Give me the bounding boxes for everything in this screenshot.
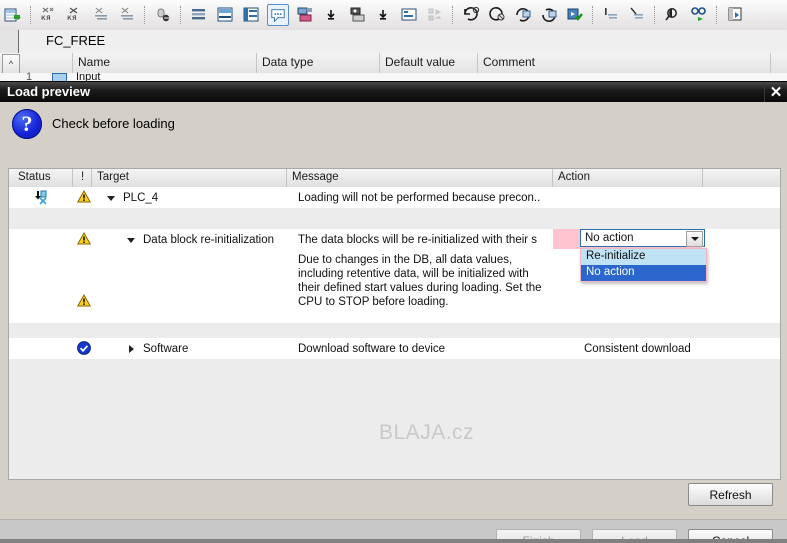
watermark: BLAJA.cz bbox=[379, 421, 475, 444]
search-icon[interactable] bbox=[663, 5, 683, 25]
editor-block-title: FC_FREE bbox=[46, 33, 106, 48]
toolbar-separator bbox=[592, 6, 594, 24]
read-glasses-icon[interactable] bbox=[689, 5, 709, 25]
refresh-button[interactable]: Refresh bbox=[688, 483, 773, 506]
editor-toolbar[interactable]: кя кя bbox=[0, 0, 787, 31]
action-label: Consistent download bbox=[584, 343, 691, 355]
collapse-all-icon[interactable] bbox=[91, 5, 111, 25]
table-row bbox=[9, 359, 780, 381]
warning-icon bbox=[77, 294, 91, 307]
download-plus-icon[interactable] bbox=[321, 5, 341, 25]
column-header-action: Action bbox=[558, 171, 590, 183]
action-select[interactable]: No action bbox=[580, 229, 705, 247]
question-icon: ? bbox=[12, 109, 42, 139]
toolbar-separator bbox=[30, 6, 32, 24]
properties-icon[interactable] bbox=[399, 5, 419, 25]
dropdown-option-noaction[interactable]: No action bbox=[581, 265, 706, 281]
expander-icon[interactable] bbox=[107, 196, 115, 201]
table-row bbox=[9, 208, 780, 230]
warning-icon bbox=[77, 190, 91, 203]
column-header-message: Message bbox=[292, 171, 339, 183]
column-header-datatype: Data type bbox=[262, 55, 314, 69]
start-simulation-icon[interactable] bbox=[565, 5, 585, 25]
target-label: Data block re-initialization bbox=[143, 234, 275, 246]
dropdown-option-reinitialize[interactable]: Re-initialize bbox=[581, 249, 706, 265]
upload-plus-icon[interactable] bbox=[373, 5, 393, 25]
column-header-name: Name bbox=[78, 55, 111, 69]
column-header-defaultvalue: Default value bbox=[385, 55, 456, 69]
cross-reference-icon[interactable] bbox=[425, 5, 445, 25]
toolbar-separator bbox=[452, 6, 454, 24]
dialog-titlebar: Load preview ✕ bbox=[0, 82, 787, 102]
scroll-up-button[interactable]: ^ bbox=[2, 54, 20, 74]
target-label: Software bbox=[143, 343, 189, 355]
table-row bbox=[9, 464, 780, 479]
editor-table-header: Name Data type Default value Comment bbox=[0, 53, 787, 74]
go-online-icon[interactable] bbox=[461, 5, 481, 25]
message-label: Due to changes in the DB, all data value… bbox=[298, 254, 542, 309]
svg-text:кя: кя bbox=[41, 13, 51, 22]
ok-icon bbox=[77, 341, 91, 355]
message-label: Loading will not be performed because pr… bbox=[298, 192, 541, 204]
column-header-status: Status bbox=[18, 171, 51, 183]
chevron-down-icon[interactable] bbox=[686, 231, 703, 247]
snapshot-icon[interactable] bbox=[539, 5, 559, 25]
download-to-device-icon[interactable] bbox=[295, 5, 315, 25]
dialog-body: ? Check before loading Status ! Target M… bbox=[0, 102, 787, 543]
monitor-start-icon[interactable] bbox=[601, 5, 621, 25]
toolbar-separator bbox=[144, 6, 146, 24]
dialog-header: ? Check before loading bbox=[0, 102, 787, 147]
window-bottom-border bbox=[0, 539, 787, 543]
dialog-title: Load preview bbox=[7, 84, 91, 99]
table-row[interactable]: PLC_4 Loading will not be performed beca… bbox=[9, 187, 780, 209]
delete-network-icon[interactable]: кя bbox=[65, 5, 85, 25]
warning-icon bbox=[77, 232, 91, 245]
column-header-comment: Comment bbox=[483, 55, 536, 69]
close-icon[interactable]: ✕ bbox=[764, 82, 787, 102]
split-editor-icon[interactable] bbox=[725, 5, 745, 25]
dialog-header-text: Check before loading bbox=[52, 116, 175, 131]
table-row bbox=[9, 323, 780, 339]
svg-text:кя: кя bbox=[67, 13, 77, 22]
absolute-relative-icon[interactable] bbox=[153, 5, 173, 25]
monitor-compare-icon[interactable] bbox=[627, 5, 647, 25]
expand-all-icon[interactable] bbox=[117, 5, 137, 25]
target-label: PLC_4 bbox=[123, 192, 159, 204]
go-offline-icon[interactable] bbox=[487, 5, 507, 25]
table-row bbox=[9, 401, 780, 423]
toolbar-separator bbox=[654, 6, 656, 24]
expander-icon[interactable] bbox=[127, 238, 135, 243]
table-header-row: Status ! Target Message Action bbox=[9, 169, 780, 188]
message-label: Download software to device bbox=[298, 343, 446, 355]
action-select-value: No action bbox=[585, 232, 634, 244]
column-header-flag: ! bbox=[81, 171, 85, 183]
show-hide-lines-icon[interactable] bbox=[189, 5, 209, 25]
expander-icon[interactable] bbox=[129, 345, 134, 353]
action-select-dropdown[interactable]: Re-initialize No action bbox=[580, 248, 707, 282]
column-header-target: Target bbox=[97, 171, 129, 183]
balloon-comment-icon[interactable] bbox=[267, 4, 289, 26]
toolbar-separator bbox=[180, 6, 182, 24]
download-blocked-icon bbox=[33, 190, 50, 205]
load-preview-dialog: Load preview ✕ ? Check before loading St… bbox=[0, 82, 787, 543]
insert-network-icon[interactable] bbox=[3, 5, 23, 25]
upload-from-device-icon[interactable] bbox=[347, 5, 367, 25]
editor-subbar bbox=[0, 30, 787, 54]
comment-block-icon[interactable] bbox=[215, 5, 235, 25]
network-comments-icon[interactable] bbox=[241, 5, 261, 25]
table-row bbox=[9, 443, 780, 465]
toolbar-separator bbox=[716, 6, 718, 24]
table-row[interactable]: Software Download software to device Con… bbox=[9, 338, 780, 360]
table-row bbox=[9, 380, 780, 402]
restore-icon[interactable] bbox=[513, 5, 533, 25]
message-label: The data blocks will be re-initialized w… bbox=[298, 234, 538, 246]
cut-network-icon[interactable]: кя bbox=[39, 5, 59, 25]
check-results-table: Status ! Target Message Action PLC_4 Loa… bbox=[8, 168, 781, 480]
